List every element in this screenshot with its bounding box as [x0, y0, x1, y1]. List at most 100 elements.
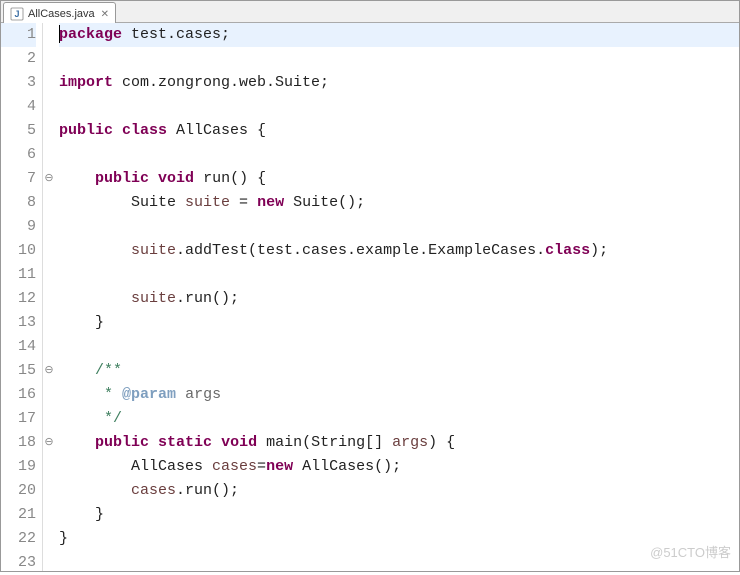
token-txt [59, 410, 104, 427]
code-line[interactable]: cases.run(); [59, 479, 739, 503]
code-line[interactable] [59, 215, 739, 239]
token-txt [212, 434, 221, 451]
fold-spacer [43, 383, 55, 407]
code-line[interactable] [59, 47, 739, 71]
line-number: 3 [1, 71, 36, 95]
token-var: cases [212, 458, 257, 475]
line-number: 6 [1, 143, 36, 167]
token-kw: package [59, 26, 122, 43]
code-line[interactable] [59, 335, 739, 359]
code-editor[interactable]: 1234567891011121314151617181920212223 ⊖⊖… [1, 23, 739, 571]
token-txt [59, 434, 95, 451]
code-area[interactable]: package test.cases; import com.zongrong.w… [55, 23, 739, 571]
line-number: 1 [1, 23, 36, 47]
token-doctag: @param [122, 386, 176, 403]
fold-spacer [43, 239, 55, 263]
fold-spacer [43, 311, 55, 335]
token-txt: main(String[] [257, 434, 392, 451]
token-kw: class [545, 242, 590, 259]
fold-spacer [43, 263, 55, 287]
token-txt: Suite [59, 194, 185, 211]
code-line[interactable]: Suite suite = new Suite(); [59, 191, 739, 215]
line-number: 14 [1, 335, 36, 359]
fold-spacer [43, 143, 55, 167]
code-line[interactable] [59, 551, 739, 575]
token-txt: } [59, 530, 68, 547]
code-line[interactable]: } [59, 527, 739, 551]
line-number: 8 [1, 191, 36, 215]
code-line[interactable]: AllCases cases=new AllCases(); [59, 455, 739, 479]
code-line[interactable]: public class AllCases { [59, 119, 739, 143]
code-line[interactable]: */ [59, 407, 739, 431]
token-txt [59, 482, 131, 499]
line-number: 11 [1, 263, 36, 287]
token-txt: = [230, 194, 257, 211]
token-txt [59, 386, 104, 403]
fold-spacer [43, 551, 55, 575]
token-txt: = [257, 458, 266, 475]
fold-toggle-icon[interactable]: ⊖ [43, 431, 55, 455]
token-txt [113, 122, 122, 139]
token-txt: Suite(); [284, 194, 365, 211]
fold-toggle-icon[interactable]: ⊖ [43, 167, 55, 191]
token-kw: class [122, 122, 167, 139]
token-var: suite [131, 242, 176, 259]
code-line[interactable]: /** [59, 359, 739, 383]
token-txt: .addTest(test.cases.example.ExampleCases… [176, 242, 545, 259]
token-txt [59, 290, 131, 307]
line-number: 16 [1, 383, 36, 407]
token-txt [149, 170, 158, 187]
line-number: 7 [1, 167, 36, 191]
token-kw: new [266, 458, 293, 475]
fold-spacer [43, 23, 55, 47]
token-kw: public [95, 170, 149, 187]
line-number: 19 [1, 455, 36, 479]
code-line[interactable]: package test.cases; [59, 23, 739, 47]
code-line[interactable]: suite.addTest(test.cases.example.Example… [59, 239, 739, 263]
code-line[interactable] [59, 263, 739, 287]
line-number: 2 [1, 47, 36, 71]
token-txt [59, 170, 95, 187]
fold-spacer [43, 71, 55, 95]
tab-filename: AllCases.java [28, 8, 95, 20]
token-txt [176, 386, 185, 403]
code-line[interactable]: * @param args [59, 383, 739, 407]
code-line[interactable]: } [59, 311, 739, 335]
fold-spacer [43, 95, 55, 119]
editor-tab[interactable]: J AllCases.java ✕ [3, 2, 116, 23]
token-comment: */ [104, 410, 122, 427]
token-txt [149, 434, 158, 451]
line-number: 20 [1, 479, 36, 503]
line-number: 22 [1, 527, 36, 551]
code-line[interactable]: public static void main(String[] args) { [59, 431, 739, 455]
code-line[interactable] [59, 143, 739, 167]
line-number: 12 [1, 287, 36, 311]
token-txt: } [59, 506, 104, 523]
token-comment: * [104, 386, 122, 403]
token-kw: new [257, 194, 284, 211]
token-txt: com.zongrong.web.Suite; [113, 74, 329, 91]
line-number: 18 [1, 431, 36, 455]
tab-bar: J AllCases.java ✕ [1, 1, 739, 23]
line-number: 15 [1, 359, 36, 383]
close-tab-icon[interactable]: ✕ [101, 9, 109, 20]
token-txt: } [59, 314, 104, 331]
token-param: args [185, 386, 221, 403]
token-txt: AllCases { [167, 122, 266, 139]
code-line[interactable]: suite.run(); [59, 287, 739, 311]
code-line[interactable]: public void run() { [59, 167, 739, 191]
line-number: 5 [1, 119, 36, 143]
code-line[interactable] [59, 95, 739, 119]
fold-spacer [43, 119, 55, 143]
fold-toggle-icon[interactable]: ⊖ [43, 359, 55, 383]
token-kw: static [158, 434, 212, 451]
line-number: 10 [1, 239, 36, 263]
token-var: cases [131, 482, 176, 499]
line-number: 23 [1, 551, 36, 575]
token-txt: AllCases [59, 458, 212, 475]
line-number: 4 [1, 95, 36, 119]
java-file-icon: J [10, 7, 24, 21]
token-txt: .run(); [176, 482, 239, 499]
code-line[interactable]: import com.zongrong.web.Suite; [59, 71, 739, 95]
code-line[interactable]: } [59, 503, 739, 527]
